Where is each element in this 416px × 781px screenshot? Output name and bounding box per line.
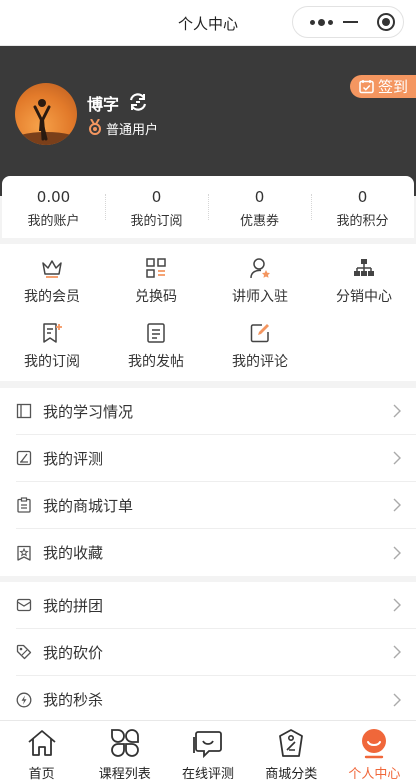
group-mail-icon <box>16 598 32 612</box>
refresh-icon[interactable] <box>127 91 149 113</box>
crown-icon <box>42 260 62 278</box>
close-icon[interactable] <box>377 13 395 31</box>
menu-list-secondary: 我的拼团 我的砍价 我的秒杀 <box>0 582 416 723</box>
list-item-flash-sale[interactable]: 我的秒杀 <box>16 676 416 723</box>
list-item-favorites[interactable]: 我的收藏 <box>16 529 416 576</box>
org-chart-icon <box>354 259 374 276</box>
tab-online-test[interactable]: 在线评测 <box>166 721 249 781</box>
username: 博字 <box>87 95 120 114</box>
stat-value: 0 <box>151 188 162 206</box>
list-item-learning[interactable]: 我的学习情况 <box>16 388 416 435</box>
avatar[interactable] <box>15 83 77 145</box>
list-label: 我的砍价 <box>43 643 104 662</box>
list-label: 我的收藏 <box>43 544 104 562</box>
tab-label: 首页 <box>28 767 55 781</box>
flash-icon <box>16 692 32 707</box>
chevron-right-icon <box>393 546 401 559</box>
stat-value: 0 <box>357 188 368 206</box>
grid-item-distribution[interactable]: 分销中心 <box>312 256 416 306</box>
nav-bar: 个人中心 <box>0 0 416 46</box>
grid-item-redeem-code[interactable]: 兑换码 <box>104 256 208 306</box>
list-item-assessment[interactable]: 我的评测 <box>16 435 416 482</box>
tab-label: 个人中心 <box>348 767 401 781</box>
stat-value: 0.00 <box>36 188 71 206</box>
list-item-shop-orders[interactable]: 我的商城订单 <box>16 482 416 529</box>
mini-program-capsule <box>292 6 404 38</box>
list-item-group-buy[interactable]: 我的拼团 <box>16 582 416 629</box>
chevron-right-icon <box>393 598 401 612</box>
calendar-check-icon <box>359 80 374 94</box>
minimize-icon[interactable] <box>343 21 358 23</box>
stats-card: 0.00 我的账户 0 我的订阅 0 优惠券 0 我的积分 <box>2 176 414 238</box>
grid-label: 分销中心 <box>336 289 392 305</box>
stat-account[interactable]: 0.00 我的账户 <box>2 176 105 238</box>
tab-course-list[interactable]: 课程列表 <box>83 721 166 781</box>
chevron-right-icon <box>393 404 401 418</box>
more-icon[interactable] <box>303 7 339 37</box>
course-grid-icon <box>110 729 139 757</box>
grid-item-posts[interactable]: 我的发帖 <box>104 321 208 371</box>
tab-label: 在线评测 <box>182 767 235 781</box>
grid-item-comments[interactable]: 我的评论 <box>208 321 312 371</box>
stat-value: 0 <box>254 188 265 206</box>
tab-profile[interactable]: 个人中心 <box>333 721 416 781</box>
order-list-icon <box>17 497 31 513</box>
user-type: 普通用户 <box>106 123 159 138</box>
medal-icon <box>89 119 101 135</box>
stat-label: 我的积分 <box>336 214 389 229</box>
list-label: 我的秒杀 <box>43 691 104 709</box>
home-icon <box>28 730 56 756</box>
tab-shop-category[interactable]: 商城分类 <box>250 721 333 781</box>
grid-item-membership[interactable]: 我的会员 <box>0 256 104 306</box>
tag-icon <box>16 644 32 660</box>
profile-header: 博字 普通用户 签到 <box>0 46 416 196</box>
shop-tag-icon <box>279 729 304 757</box>
edit-icon <box>250 324 269 343</box>
tab-home[interactable]: 首页 <box>0 721 83 781</box>
stat-label: 我的账户 <box>27 214 80 229</box>
stat-label: 我的订阅 <box>130 214 183 229</box>
list-label: 我的评测 <box>43 449 104 468</box>
sign-in-button[interactable]: 签到 <box>350 75 416 98</box>
star-icon <box>17 545 31 561</box>
stat-label: 优惠券 <box>239 214 279 229</box>
list-label: 我的商城订单 <box>43 496 134 515</box>
grid-label: 我的会员 <box>24 289 80 305</box>
sign-in-label: 签到 <box>378 78 409 96</box>
feature-grid: 我的会员 兑换码 讲师入驻 分销中心 我的订阅 我的发帖 我的评论 <box>0 244 416 381</box>
quiz-icon <box>16 450 32 466</box>
grid-label: 我的评论 <box>232 354 288 370</box>
book-icon <box>16 403 32 419</box>
grid-item-subscription[interactable]: 我的订阅 <box>0 321 104 371</box>
list-label: 我的拼团 <box>43 596 104 615</box>
person-icon <box>362 729 387 759</box>
stat-subscription[interactable]: 0 我的订阅 <box>105 176 208 238</box>
chevron-right-icon <box>393 693 401 706</box>
menu-list-primary: 我的学习情况 我的评测 我的商城订单 我的收藏 <box>0 388 416 576</box>
chevron-right-icon <box>393 498 401 512</box>
chevron-right-icon <box>393 451 401 465</box>
stat-points[interactable]: 0 我的积分 <box>311 176 414 238</box>
stat-coupon[interactable]: 0 优惠券 <box>208 176 311 238</box>
post-doc-icon <box>147 323 165 343</box>
tab-label: 课程列表 <box>98 767 151 781</box>
lecturer-icon <box>250 258 270 279</box>
chevron-right-icon <box>393 645 401 659</box>
grid-label: 我的发帖 <box>128 354 184 370</box>
tab-label: 商城分类 <box>265 767 318 781</box>
list-label: 我的学习情况 <box>43 402 134 421</box>
bookmark-note-icon <box>43 323 62 343</box>
grid-label: 讲师入驻 <box>232 289 288 305</box>
tab-bar: 首页 课程列表 在线评测 商城分类 个人中心 <box>0 720 416 781</box>
grid-label: 兑换码 <box>135 289 177 305</box>
list-item-bargain[interactable]: 我的砍价 <box>16 629 416 676</box>
grid-label: 我的订阅 <box>24 354 80 370</box>
grid-item-lecturer[interactable]: 讲师入驻 <box>208 256 312 306</box>
chat-test-icon <box>193 731 222 759</box>
grid-code-icon <box>146 258 166 278</box>
